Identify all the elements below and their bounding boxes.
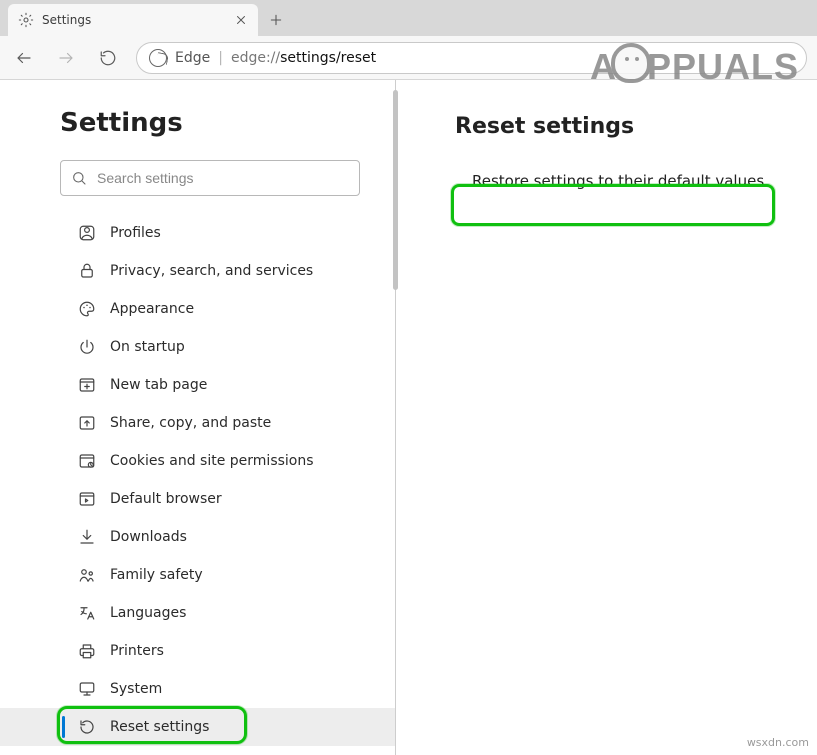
reload-button[interactable] bbox=[88, 38, 128, 78]
download-icon bbox=[78, 528, 96, 546]
watermark-text: PPUALS bbox=[647, 46, 799, 88]
sidebar-item-privacy[interactable]: Privacy, search, and services bbox=[0, 252, 395, 290]
restore-defaults-option[interactable]: Restore settings to their default values bbox=[455, 157, 791, 205]
power-icon bbox=[78, 338, 96, 356]
main-pane: Reset settings Restore settings to their… bbox=[395, 80, 817, 755]
default-browser-icon bbox=[78, 490, 96, 508]
sidebar-item-label: Appearance bbox=[110, 301, 194, 317]
sidebar-item-label: On startup bbox=[110, 339, 185, 355]
restore-defaults-label: Restore settings to their default values bbox=[472, 172, 764, 190]
gear-icon bbox=[18, 12, 34, 28]
cookies-icon bbox=[78, 452, 96, 470]
sidebar-item-share[interactable]: Share, copy, and paste bbox=[0, 404, 395, 442]
search-box[interactable] bbox=[60, 160, 360, 196]
sidebar-item-label: Downloads bbox=[110, 529, 187, 545]
watermark: APPUALS bbox=[590, 46, 799, 88]
sidebar-item-family-safety[interactable]: Family safety bbox=[0, 556, 395, 594]
sidebar-item-profiles[interactable]: Profiles bbox=[0, 214, 395, 252]
sidebar-item-default-browser[interactable]: Default browser bbox=[0, 480, 395, 518]
sidebar-item-system[interactable]: System bbox=[0, 670, 395, 708]
sidebar-item-label: Profiles bbox=[110, 225, 161, 241]
sidebar-nav: Profiles Privacy, search, and services A… bbox=[0, 214, 395, 746]
edge-icon bbox=[149, 49, 167, 67]
search-input[interactable] bbox=[97, 170, 349, 186]
settings-content: Settings Profiles Privacy, search, and s… bbox=[0, 80, 817, 755]
sidebar-item-languages[interactable]: Languages bbox=[0, 594, 395, 632]
reload-icon bbox=[99, 49, 117, 67]
sidebar-item-cookies[interactable]: Cookies and site permissions bbox=[0, 442, 395, 480]
plus-icon bbox=[268, 12, 284, 28]
tab-title: Settings bbox=[42, 13, 226, 27]
attribution-text: wsxdn.com bbox=[747, 736, 809, 749]
new-tab-button[interactable] bbox=[258, 4, 294, 36]
search-icon bbox=[71, 170, 87, 186]
sidebar-item-label: Share, copy, and paste bbox=[110, 415, 271, 431]
forward-button[interactable] bbox=[46, 38, 86, 78]
sidebar-item-label: New tab page bbox=[110, 377, 207, 393]
languages-icon bbox=[78, 604, 96, 622]
tab-strip: Settings bbox=[0, 0, 817, 36]
arrow-left-icon bbox=[15, 49, 33, 67]
sidebar-scroll-thumb[interactable] bbox=[393, 90, 398, 290]
printer-icon bbox=[78, 642, 96, 660]
address-product: Edge bbox=[175, 50, 210, 66]
sidebar-item-downloads[interactable]: Downloads bbox=[0, 518, 395, 556]
sidebar-item-label: Family safety bbox=[110, 567, 203, 583]
close-icon[interactable] bbox=[234, 13, 248, 27]
reset-icon bbox=[78, 718, 96, 736]
watermark-face-icon bbox=[611, 43, 651, 83]
address-separator: | bbox=[218, 50, 223, 66]
sidebar-item-label: Languages bbox=[110, 605, 186, 621]
sidebar-item-printers[interactable]: Printers bbox=[0, 632, 395, 670]
sidebar-item-reset-settings[interactable]: Reset settings bbox=[0, 708, 395, 746]
arrow-right-icon bbox=[57, 49, 75, 67]
profile-icon bbox=[78, 224, 96, 242]
browser-tab[interactable]: Settings bbox=[8, 4, 258, 36]
main-heading: Reset settings bbox=[455, 114, 791, 139]
paint-icon bbox=[78, 300, 96, 318]
address-url-prefix: edge:// bbox=[231, 50, 280, 66]
newtab-icon bbox=[78, 376, 96, 394]
sidebar-item-label: Privacy, search, and services bbox=[110, 263, 313, 279]
sidebar-item-label: Reset settings bbox=[110, 719, 209, 735]
sidebar-item-appearance[interactable]: Appearance bbox=[0, 290, 395, 328]
sidebar-item-on-startup[interactable]: On startup bbox=[0, 328, 395, 366]
back-button[interactable] bbox=[4, 38, 44, 78]
sidebar-item-label: Default browser bbox=[110, 491, 222, 507]
family-icon bbox=[78, 566, 96, 584]
sidebar-item-label: Printers bbox=[110, 643, 164, 659]
sidebar-item-label: System bbox=[110, 681, 162, 697]
lock-icon bbox=[78, 262, 96, 280]
share-icon bbox=[78, 414, 96, 432]
sidebar-item-new-tab-page[interactable]: New tab page bbox=[0, 366, 395, 404]
sidebar: Settings Profiles Privacy, search, and s… bbox=[0, 80, 395, 755]
page-title: Settings bbox=[60, 108, 395, 138]
system-icon bbox=[78, 680, 96, 698]
address-url-path: settings/reset bbox=[280, 50, 376, 66]
sidebar-item-label: Cookies and site permissions bbox=[110, 453, 314, 469]
